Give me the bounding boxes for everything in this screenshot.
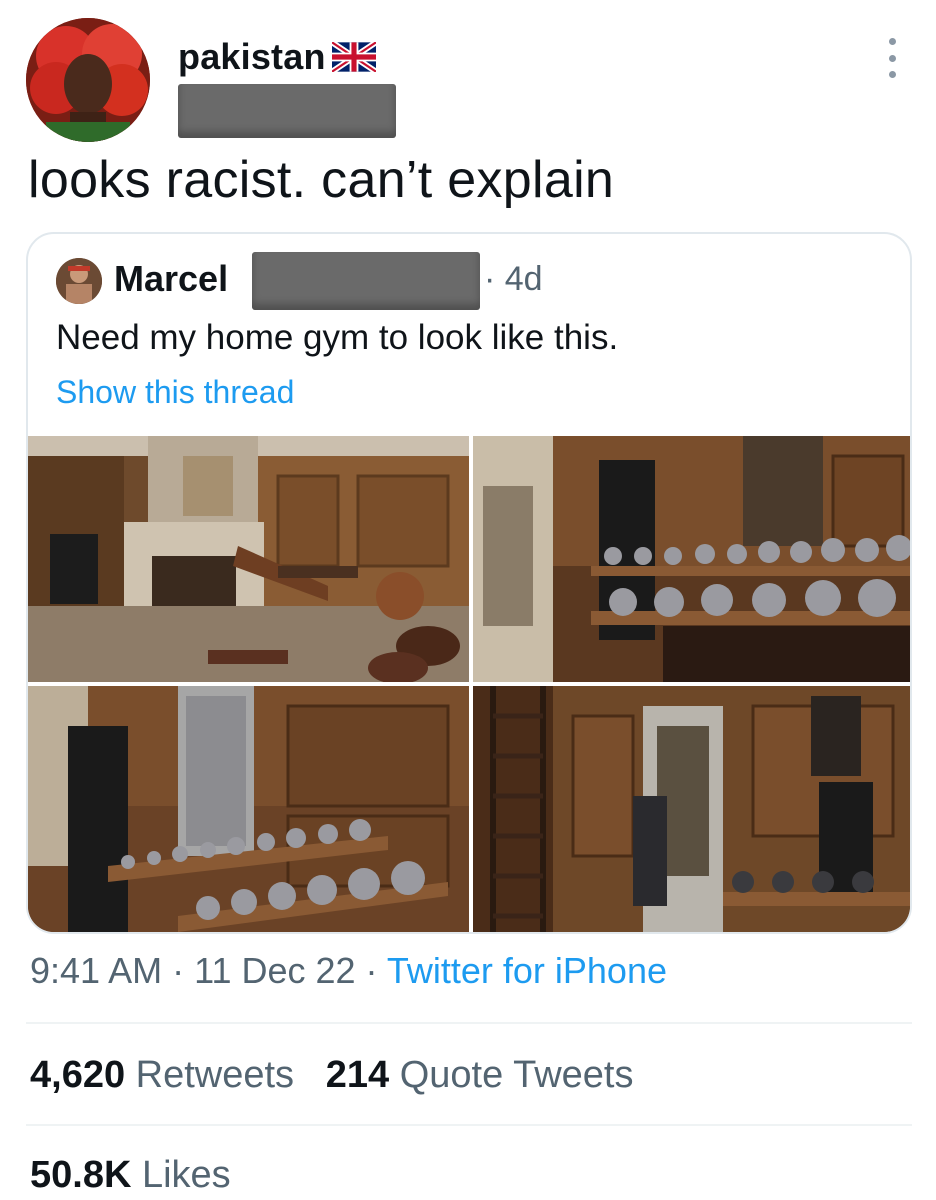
tweet-date[interactable]: 11 Dec 22 — [194, 950, 355, 991]
quoted-tweet-text: Need my home gym to look like this. — [56, 318, 619, 357]
quote-tweets-count: 214 — [325, 1054, 390, 1096]
author-handle-redacted — [178, 84, 396, 138]
quote-tweets-label: Quote Tweets — [399, 1054, 634, 1096]
author-name-text: pakistan — [178, 36, 326, 77]
divider — [26, 1022, 912, 1024]
media-image-2[interactable] — [473, 436, 910, 682]
retweets-count: 4,620 — [30, 1054, 126, 1096]
quote-tweets-stat[interactable]: 214 Quote Tweets — [326, 1054, 634, 1096]
media-image-1[interactable] — [28, 436, 469, 682]
meta-separator: · — [162, 950, 195, 991]
quoted-tweet-card[interactable]: Marcel · 4d Need my home gym to look lik… — [26, 232, 912, 934]
tweet-text: looks racist. can’t explain — [28, 151, 615, 209]
retweets-stat[interactable]: 4,620 Retweets — [30, 1054, 294, 1096]
divider — [26, 1124, 912, 1126]
likes-label: Likes — [141, 1154, 231, 1196]
media-grid — [28, 436, 910, 932]
tweet-time[interactable]: 9:41 AM — [30, 950, 162, 991]
more-vertical-icon[interactable] — [880, 38, 904, 78]
show-thread-link[interactable]: Show this thread — [56, 374, 294, 411]
engagement-stats: 4,620 Retweets 214 Quote Tweets — [30, 1054, 634, 1097]
tweet-source-link[interactable]: Twitter for iPhone — [387, 950, 667, 991]
author-avatar[interactable] — [26, 18, 150, 142]
tweet-meta-line: 9:41 AM · 11 Dec 22 · Twitter for iPhone — [30, 950, 667, 992]
uk-flag-icon — [331, 42, 376, 72]
likes-stat[interactable]: 50.8K Likes — [30, 1154, 231, 1197]
meta-separator: · — [355, 950, 387, 991]
quoted-author-avatar[interactable] — [56, 258, 102, 304]
media-image-4[interactable] — [473, 686, 910, 932]
retweets-label: Retweets — [135, 1054, 295, 1096]
likes-count: 50.8K — [30, 1154, 132, 1196]
media-image-3[interactable] — [28, 686, 469, 932]
quoted-tweet-time[interactable]: · 4d — [484, 260, 543, 299]
quoted-author-handle-redacted — [252, 252, 480, 310]
quoted-author-name[interactable]: Marcel — [114, 258, 228, 300]
author-display-name[interactable]: pakistan — [178, 36, 376, 78]
